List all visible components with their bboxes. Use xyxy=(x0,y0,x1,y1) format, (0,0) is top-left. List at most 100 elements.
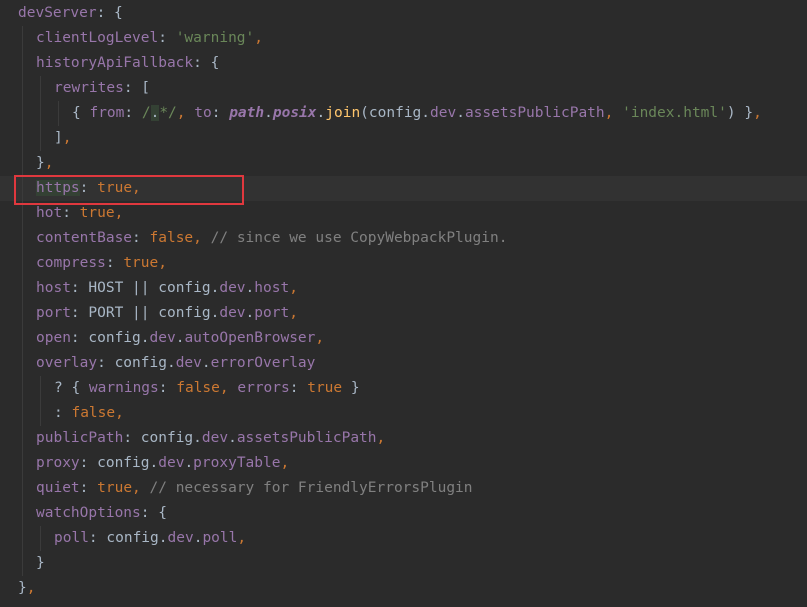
code-token: host xyxy=(36,280,71,296)
indent-guide xyxy=(22,301,23,326)
code-token: . xyxy=(184,455,194,471)
code-token: // necessary for FriendlyErrorsPlugin xyxy=(149,480,473,496)
code-token: dev xyxy=(201,430,229,446)
code-line[interactable]: host: HOST || config.dev.host, xyxy=(0,276,807,301)
code-line[interactable]: publicPath: config.dev.assetsPublicPath, xyxy=(0,426,807,451)
code-token: port xyxy=(36,305,71,321)
indent-guide xyxy=(22,276,23,301)
code-token: dev xyxy=(167,530,194,546)
code-editor[interactable]: devServer: {clientLogLevel: 'warning', hi… xyxy=(0,0,807,607)
code-token: clientLogLevel xyxy=(36,30,159,46)
code-line[interactable]: rewrites: [ xyxy=(0,76,807,101)
code-token: warnings xyxy=(88,380,159,396)
code-token: join xyxy=(325,105,361,121)
code-token: / xyxy=(141,105,151,121)
code-token: , xyxy=(237,530,247,546)
code-token: 'warning' xyxy=(175,30,255,46)
code-token: : xyxy=(158,30,176,46)
code-text: compress: true, xyxy=(36,251,167,276)
code-token: proxyTable xyxy=(193,455,281,471)
code-line[interactable]: }, xyxy=(0,151,807,176)
code-line[interactable]: ], xyxy=(0,126,807,151)
code-line[interactable]: } xyxy=(0,551,807,576)
code-token: : xyxy=(158,380,177,396)
code-token: , xyxy=(280,455,290,471)
code-text: ? { warnings: false, errors: true } xyxy=(54,376,360,401)
code-text: ], xyxy=(54,126,71,151)
code-token: compress xyxy=(36,255,106,271)
code-token: dev xyxy=(219,280,246,296)
code-token: || xyxy=(132,280,150,296)
code-token: : xyxy=(124,105,142,121)
code-text: poll: config.dev.poll, xyxy=(54,526,246,551)
code-token: } xyxy=(36,555,45,571)
code-text: }, xyxy=(36,151,53,176)
code-line[interactable]: proxy: config.dev.proxyTable, xyxy=(0,451,807,476)
code-token: { xyxy=(72,105,90,121)
code-line[interactable]: historyApiFallback: { xyxy=(0,51,807,76)
code-token: , xyxy=(254,30,263,46)
code-token: . xyxy=(228,430,237,446)
code-line[interactable]: { from: /.*/, to: path.posix.join(config… xyxy=(0,101,807,126)
code-line[interactable]: watchOptions: { xyxy=(0,501,807,526)
code-token: , xyxy=(158,255,167,271)
code-token: assetsPublicPath xyxy=(464,105,605,121)
code-token: hot xyxy=(36,205,63,221)
code-line[interactable]: ? { warnings: false, errors: true } xyxy=(0,376,807,401)
code-token: , xyxy=(132,480,150,496)
indent-guide xyxy=(22,551,23,576)
code-token: : xyxy=(54,405,72,421)
code-line[interactable]: port: PORT || config.dev.port, xyxy=(0,301,807,326)
indent-guide xyxy=(40,376,41,401)
code-line[interactable]: }, xyxy=(0,576,807,601)
code-token: , xyxy=(376,430,386,446)
code-token: quiet xyxy=(36,480,80,496)
indent-guide xyxy=(22,76,23,101)
indent-guide xyxy=(40,101,41,126)
code-token: : PORT xyxy=(70,305,133,321)
code-token: : xyxy=(62,205,80,221)
code-token: false xyxy=(71,405,116,421)
code-token: , xyxy=(289,280,298,296)
code-token: poll xyxy=(54,530,89,546)
code-token: , xyxy=(114,205,124,221)
code-token: true xyxy=(307,380,343,396)
code-token: overlay xyxy=(36,355,98,371)
code-token: dev xyxy=(430,105,457,121)
code-token: , xyxy=(176,105,195,121)
code-token: , xyxy=(219,380,238,396)
code-line[interactable]: overlay: config.dev.errorOverlay xyxy=(0,351,807,376)
code-token: dev xyxy=(149,330,176,346)
code-line[interactable]: : false, xyxy=(0,401,807,426)
code-text: }, xyxy=(18,576,35,601)
code-line[interactable]: quiet: true, // necessary for FriendlyEr… xyxy=(0,476,807,501)
code-token: open xyxy=(36,330,71,346)
indent-guide xyxy=(22,126,23,151)
indent-guide xyxy=(22,101,23,126)
code-token: , xyxy=(289,305,298,321)
code-token: . xyxy=(245,280,255,296)
code-token: : xyxy=(289,380,308,396)
code-text: } xyxy=(36,551,45,576)
code-line[interactable]: open: config.dev.autoOpenBrowser, xyxy=(0,326,807,351)
code-token: poll xyxy=(202,530,238,546)
code-token: } xyxy=(342,380,360,396)
code-token: dev xyxy=(219,305,246,321)
code-line[interactable]: poll: config.dev.poll, xyxy=(0,526,807,551)
code-token: posix xyxy=(272,105,317,121)
code-token: rewrites xyxy=(54,80,124,96)
code-token: false xyxy=(149,230,194,246)
code-token: , xyxy=(604,105,623,121)
code-token: dev xyxy=(158,455,185,471)
code-token: : xyxy=(132,230,150,246)
code-text: proxy: config.dev.proxyTable, xyxy=(36,451,289,476)
code-token: : xyxy=(79,480,98,496)
code-token: 'index.html' xyxy=(622,105,727,121)
code-line[interactable]: devServer: { xyxy=(0,1,807,26)
code-line[interactable]: compress: true, xyxy=(0,251,807,276)
code-text: { from: /.*/, to: path.posix.join(config… xyxy=(72,101,762,126)
code-line[interactable]: clientLogLevel: 'warning', xyxy=(0,26,807,51)
code-token: devServer xyxy=(18,5,97,21)
code-line[interactable]: contentBase: false, // since we use Copy… xyxy=(0,226,807,251)
code-text: rewrites: [ xyxy=(54,76,150,101)
